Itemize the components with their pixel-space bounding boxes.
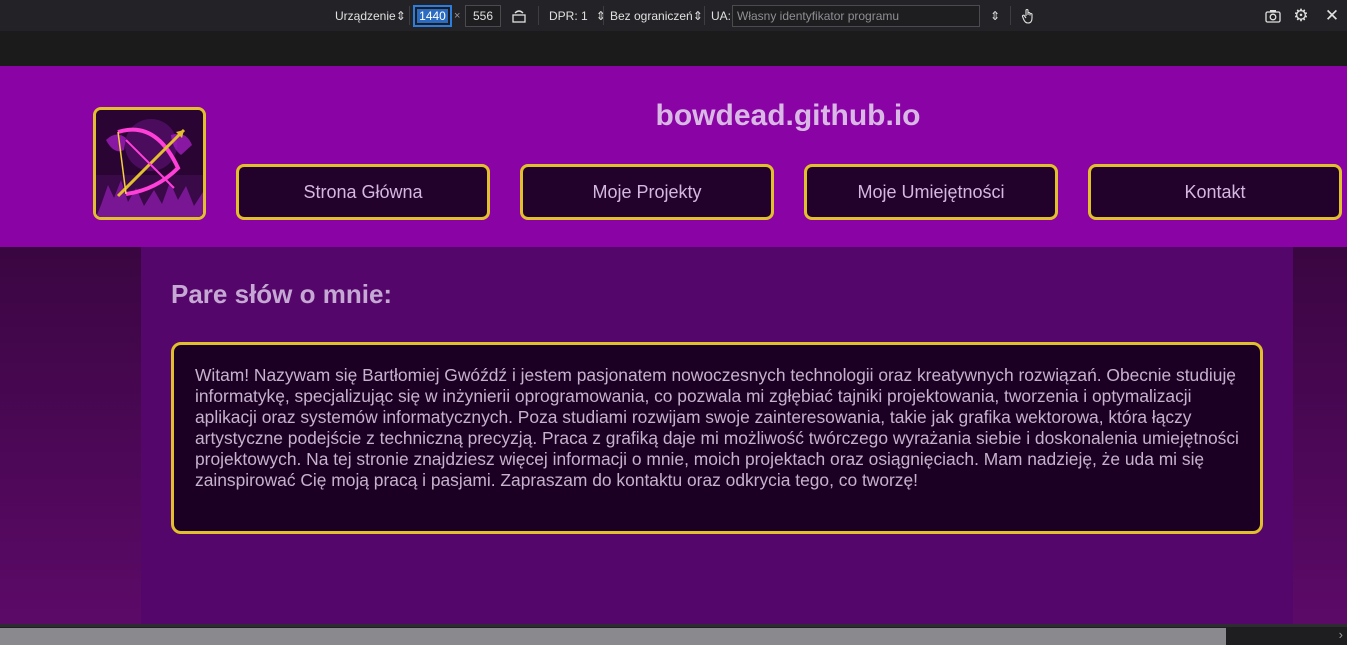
toolbar-separator [704, 6, 705, 25]
device-selector-label: Urządzenie [335, 8, 396, 23]
dpr-label: DPR: 1 [549, 8, 588, 23]
device-selector[interactable]: Urządzenie ⇕ [335, 0, 406, 31]
settings-icon[interactable]: ⚙ [1291, 6, 1311, 26]
viewport-width-value: 1440 [417, 8, 448, 23]
scrollbar-track [0, 624, 1347, 627]
responsive-toolbar: Urządzenie ⇕ 1440 × 556 DPR: 1 ⇕ Bez ogran… [0, 0, 1347, 31]
about-paragraph: Witam! Nazywam się Bartłomiej Gwóźdź i j… [195, 365, 1239, 490]
horizontal-scrollbar[interactable]: › [0, 624, 1347, 645]
close-icon[interactable]: ✕ [1322, 6, 1342, 26]
user-agent-input[interactable]: Własny identyfikator programu [732, 4, 980, 27]
updown-arrow-icon[interactable]: ⇕ [990, 9, 1000, 23]
scrollbar-thumb[interactable] [0, 628, 1226, 645]
toolbar-separator [409, 6, 410, 25]
rotate-icon[interactable] [509, 6, 529, 26]
toolbar-separator [603, 6, 604, 25]
page-viewport: bowdead.github.io Strona Główna Moje Pro… [0, 66, 1347, 624]
dpr-selector[interactable]: DPR: 1 ⇕ [549, 0, 606, 31]
nav-skills-button[interactable]: Moje Umiejętności [804, 164, 1058, 220]
updown-arrow-icon: ⇕ [395, 8, 406, 23]
dimension-separator: × [454, 9, 461, 22]
ua-label: UA: [711, 8, 732, 23]
updown-arrow-icon: ⇕ [692, 8, 703, 23]
site-logo[interactable] [93, 107, 206, 220]
nav-projects-button[interactable]: Moje Projekty [520, 164, 774, 220]
nav-home-button[interactable]: Strona Główna [236, 164, 490, 220]
toolbar-separator [1010, 6, 1011, 25]
site-header: bowdead.github.io Strona Główna Moje Pro… [0, 66, 1347, 247]
section-heading: Pare słów o mnie: [171, 279, 393, 309]
about-text-box: Witam! Nazywam się Bartłomiej Gwóźdź i j… [171, 342, 1263, 534]
toolbar-gap [0, 31, 1347, 66]
throttle-label: Bez ograniczeń [610, 8, 693, 23]
screenshot-icon[interactable] [1263, 6, 1283, 26]
updown-arrow-icon: ⇕ [595, 8, 606, 23]
toolbar-separator [538, 6, 539, 25]
site-title: bowdead.github.io [655, 99, 921, 132]
scroll-right-arrow-icon[interactable]: › [1339, 627, 1343, 642]
viewport-width-input[interactable]: 1440 [413, 4, 452, 27]
nav-contact-button[interactable]: Kontakt [1088, 164, 1342, 220]
viewport-height-input[interactable]: 556 [465, 4, 501, 27]
touch-icon[interactable] [1018, 6, 1038, 26]
throttle-selector[interactable]: Bez ograniczeń ⇕ [610, 0, 703, 31]
main-content: Pare słów o mnie: Witam! Nazywam się Bar… [141, 247, 1293, 624]
